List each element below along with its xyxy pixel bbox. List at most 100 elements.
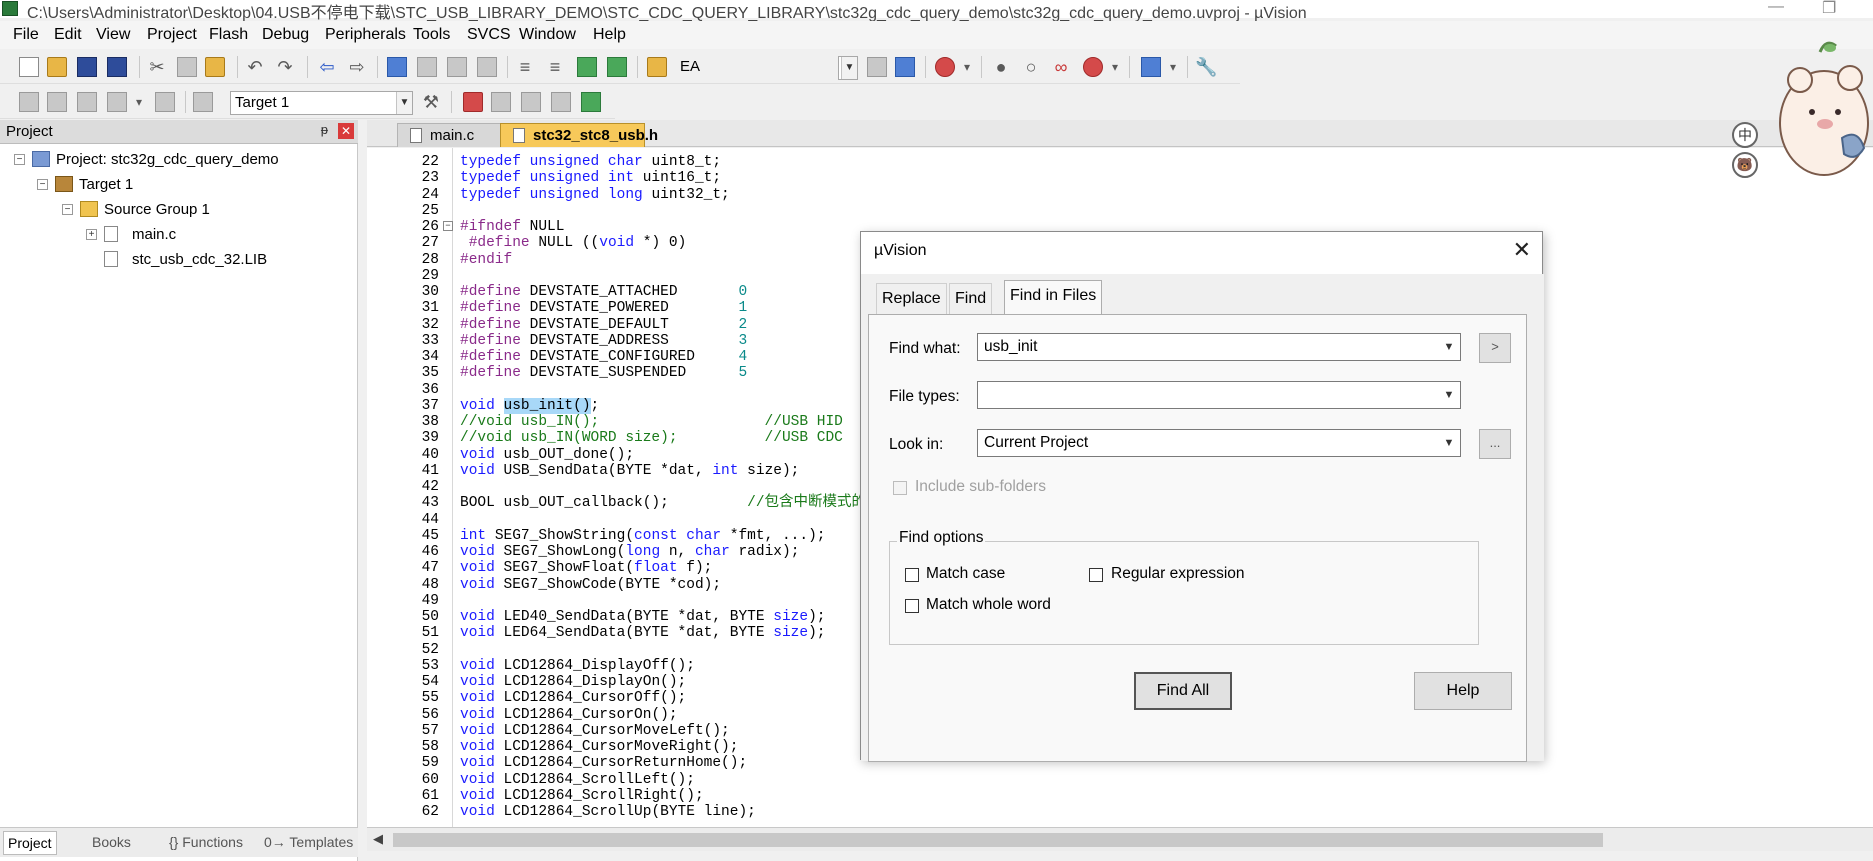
copy-icon[interactable] (177, 57, 197, 77)
new-file-icon[interactable] (19, 57, 39, 77)
find-icon[interactable] (895, 57, 915, 77)
look-in-select[interactable]: Current Project ▼ (977, 429, 1461, 457)
menu-view[interactable]: View (96, 26, 130, 44)
match-whole-word-checkbox[interactable] (905, 599, 919, 613)
disable-breakpoints-icon[interactable]: ∞ (1051, 57, 1071, 77)
help-button[interactable]: Help (1414, 672, 1512, 710)
tab-usb-header[interactable]: stc32_stc8_usb.h (500, 123, 658, 147)
close-panel-icon[interactable]: ✕ (338, 123, 354, 139)
menu-edit[interactable]: Edit (54, 26, 82, 44)
match-case-checkbox[interactable] (905, 568, 919, 582)
navigate-back-icon[interactable]: ⇦ (317, 57, 337, 77)
code-line[interactable]: 25 (367, 203, 1847, 219)
incremental-find-icon[interactable] (867, 57, 887, 77)
enable-breakpoint-icon[interactable]: ○ (1021, 57, 1041, 77)
stop-build-icon[interactable] (155, 92, 175, 112)
code-line[interactable]: 61 void LCD12864_ScrollRight(); (367, 788, 1847, 804)
collapse-icon[interactable]: − (14, 154, 25, 165)
next-bookmark-icon[interactable] (447, 57, 467, 77)
tab-find-in-files[interactable]: Find in Files (1004, 280, 1103, 315)
ime-skin-icon[interactable]: 🐻 (1732, 152, 1758, 178)
prev-bookmark-icon[interactable] (417, 57, 437, 77)
redo-icon[interactable]: ↷ (275, 57, 295, 77)
code-line[interactable]: 62 void LCD12864_ScrollUp(BYTE line); (367, 804, 1847, 820)
find-next-button[interactable]: > (1479, 333, 1511, 363)
menu-svcs[interactable]: SVCS (467, 26, 511, 44)
bookmark-icon[interactable] (387, 57, 407, 77)
tab-find[interactable]: Find (949, 283, 993, 314)
code-line[interactable]: 23 typedef unsigned int uint16_t; (367, 170, 1847, 186)
menu-flash[interactable]: Flash (209, 26, 248, 44)
download-icon[interactable] (193, 92, 213, 112)
insert-breakpoint-icon[interactable]: ● (991, 57, 1011, 77)
menu-window[interactable]: Window (519, 26, 576, 44)
tab-replace[interactable]: Replace (876, 283, 947, 314)
expand-icon[interactable]: + (86, 229, 97, 240)
paste-icon[interactable] (205, 57, 225, 77)
menu-help[interactable]: Help (593, 26, 626, 44)
scroll-left-icon[interactable]: ◀ (373, 831, 383, 847)
manage-components-icon[interactable] (463, 92, 483, 112)
pack-installer-icon[interactable] (521, 92, 541, 112)
chevron-down-icon[interactable]: ▾ (1105, 57, 1125, 77)
find-what-input[interactable]: usb_init ▼ (977, 333, 1461, 361)
chevron-down-icon[interactable]: ▼ (1438, 382, 1460, 408)
save-icon[interactable] (77, 57, 97, 77)
browse-button[interactable]: ... (1479, 429, 1511, 459)
tree-file-lib[interactable]: stc_usb_cdc_32.LIB (86, 250, 336, 272)
window-layout-icon[interactable] (1141, 57, 1161, 77)
horizontal-scrollbar[interactable]: ◀ (367, 827, 1873, 851)
menu-file[interactable]: File (13, 26, 39, 44)
code-line[interactable]: 24 typedef unsigned long uint32_t; (367, 187, 1847, 203)
cut-icon[interactable]: ✂ (147, 57, 167, 77)
restore-icon[interactable]: ❐ (1822, 0, 1836, 18)
collapse-icon[interactable]: − (37, 179, 48, 190)
undo-icon[interactable]: ↶ (245, 57, 265, 77)
fold-icon[interactable]: − (443, 221, 453, 231)
chevron-down-icon[interactable]: ▼ (1438, 430, 1460, 456)
menu-peripherals[interactable]: Peripherals (325, 26, 406, 44)
build-icon[interactable] (47, 92, 67, 112)
menu-project[interactable]: Project (147, 26, 197, 44)
close-icon[interactable]: ✕ (1513, 237, 1531, 263)
target-select[interactable]: Target 1 ▼ (230, 91, 413, 115)
save-all-icon[interactable] (107, 57, 127, 77)
find-all-button[interactable]: Find All (1134, 672, 1232, 710)
navigate-forward-icon[interactable]: ⇨ (347, 57, 367, 77)
tab-books[interactable]: Books (88, 831, 135, 855)
minimize-icon[interactable]: — (1768, 0, 1784, 16)
menu-tools[interactable]: Tools (413, 26, 450, 44)
translate-icon[interactable] (19, 92, 39, 112)
code-line[interactable]: 22 typedef unsigned char uint8_t; (367, 154, 1847, 170)
open-file-icon[interactable] (47, 57, 67, 77)
debug-session-icon[interactable] (935, 57, 955, 77)
file-extensions-icon[interactable] (491, 92, 511, 112)
run-time-env-icon[interactable] (581, 92, 601, 112)
indent-icon[interactable]: ≡ (515, 57, 535, 77)
configure-icon[interactable]: 🔧 (1195, 57, 1217, 77)
menu-debug[interactable]: Debug (262, 26, 309, 44)
pin-icon[interactable]: ᵽ (321, 122, 328, 137)
chevron-down-icon[interactable]: ▾ (957, 57, 977, 77)
batch-build-icon[interactable] (107, 92, 127, 112)
chevron-down-icon[interactable]: ▾ (1163, 57, 1183, 77)
tree-project[interactable]: − Project: stc32g_cdc_query_demo (14, 150, 334, 172)
file-types-select[interactable]: ▼ (977, 381, 1461, 409)
kill-breakpoints-icon[interactable] (1083, 57, 1103, 77)
tree-file-main[interactable]: + main.c (86, 225, 336, 247)
tab-main-c[interactable]: main.c (397, 123, 501, 147)
find-combo-dropdown[interactable]: ▼ (838, 56, 858, 80)
regular-expression-checkbox[interactable] (1089, 568, 1103, 582)
rebuild-icon[interactable] (77, 92, 97, 112)
select-packs-icon[interactable] (551, 92, 571, 112)
comment-icon[interactable] (577, 57, 597, 77)
code-line[interactable]: 60 void LCD12864_ScrollLeft(); (367, 772, 1847, 788)
tab-templates[interactable]: 0→ Templates (260, 831, 357, 855)
ime-language-icon[interactable]: 中 (1732, 122, 1758, 148)
chevron-down-icon[interactable]: ▼ (1438, 334, 1460, 360)
find-combo[interactable]: EA (676, 56, 858, 80)
clear-bookmarks-icon[interactable] (477, 57, 497, 77)
find-in-files-icon[interactable] (647, 57, 667, 77)
tab-functions[interactable]: {} Functions (165, 831, 247, 855)
target-options-icon[interactable]: ⚒ (421, 92, 441, 112)
